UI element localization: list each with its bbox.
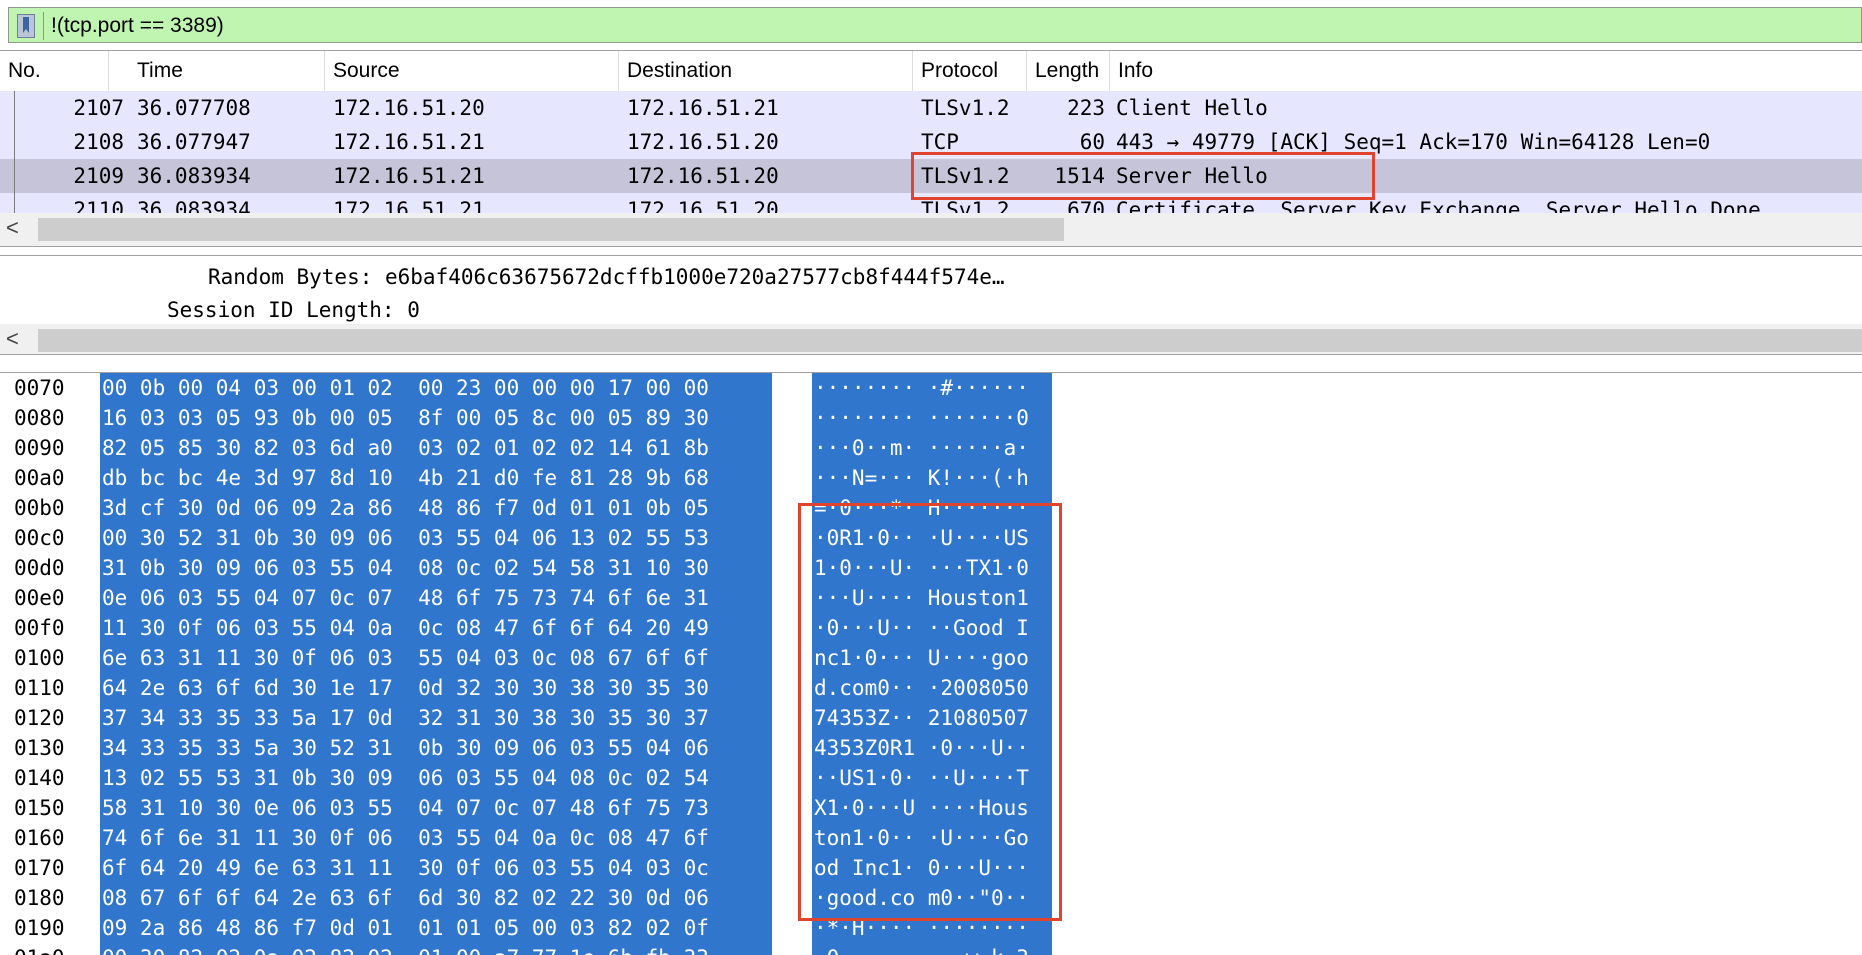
column-header-destination[interactable]: Destination (619, 51, 913, 91)
hex-bytes[interactable]: 00 30 82 02 0a 02 82 02 01 00 a7 77 1e 6… (100, 943, 772, 955)
ascii-bytes[interactable]: ········ ·······0 (812, 403, 1052, 433)
packet-source: 172.16.51.20 (333, 96, 485, 120)
byte-offset: 01a0 (14, 943, 65, 955)
column-header-info[interactable]: Info (1110, 51, 1862, 91)
byte-offset: 00f0 (14, 616, 65, 640)
byte-offset: 0190 (14, 916, 65, 940)
packet-destination: 172.16.51.20 (627, 130, 779, 154)
packet-source: 172.16.51.21 (333, 164, 485, 188)
filter-bookmark-icon[interactable] (17, 14, 35, 38)
hex-bytes[interactable]: 3d cf 30 0d 06 09 2a 86 48 86 f7 0d 01 0… (100, 493, 772, 523)
byte-offset: 0100 (14, 646, 65, 670)
packet-no: 2108 (73, 130, 124, 154)
packet-protocol: TLSv1.2 (921, 96, 1010, 120)
display-filter-bar: !(tcp.port == 3389) (0, 0, 1862, 50)
scroll-left-arrow-icon[interactable]: < (6, 215, 19, 241)
packet-list-hscrollbar[interactable]: < (0, 213, 1862, 246)
display-filter-input[interactable]: !(tcp.port == 3389) (8, 7, 1862, 43)
detail-session-id-length[interactable]: Session ID Length: 0 (167, 295, 420, 325)
hex-bytes[interactable]: 37 34 33 35 33 5a 17 0d 32 31 30 38 30 3… (100, 703, 772, 733)
ascii-bytes[interactable]: ·0······ ···w·k·3 (812, 943, 1052, 955)
scroll-left-arrow-icon[interactable]: < (6, 326, 19, 352)
column-header-length[interactable]: Length (1027, 51, 1110, 91)
packet-destination: 172.16.51.20 (627, 164, 779, 188)
hex-bytes[interactable]: 09 2a 86 48 86 f7 0d 01 01 01 05 00 03 8… (100, 913, 772, 943)
hex-bytes[interactable]: 6f 64 20 49 6e 63 31 11 30 0f 06 03 55 0… (100, 853, 772, 883)
details-hscrollbar[interactable]: < (0, 324, 1862, 354)
byte-offset: 0160 (14, 826, 65, 850)
byte-offset: 00c0 (14, 526, 65, 550)
packet-time: 36.083934 (137, 164, 251, 188)
hex-bytes[interactable]: 00 0b 00 04 03 00 01 02 00 23 00 00 00 1… (100, 373, 772, 403)
packet-no: 2109 (73, 164, 124, 188)
ascii-bytes[interactable]: ···0··m· ······a· (812, 433, 1052, 463)
hex-bytes[interactable]: 11 30 0f 06 03 55 04 0a 0c 08 47 6f 6f 6… (100, 613, 772, 643)
detail-random-bytes[interactable]: Random Bytes: e6baf406c63675672dcffb1000… (208, 262, 1005, 292)
packet-length: 223 (1067, 96, 1105, 120)
hex-bytes[interactable]: 13 02 55 53 31 0b 30 09 06 03 55 04 08 0… (100, 763, 772, 793)
ascii-bytes[interactable]: ···N=··· K!···(·h (812, 463, 1052, 493)
column-header-source[interactable]: Source (325, 51, 619, 91)
certificate-ascii-annotation-box (798, 503, 1062, 921)
column-header-time[interactable]: Time (129, 51, 325, 91)
server-hello-annotation-box (911, 152, 1375, 200)
hex-bytes[interactable]: 58 31 10 30 0e 06 03 55 04 07 0c 07 48 6… (100, 793, 772, 823)
byte-offset: 0120 (14, 706, 65, 730)
hex-bytes[interactable]: 16 03 03 05 93 0b 00 05 8f 00 05 8c 00 0… (100, 403, 772, 433)
packet-destination: 172.16.51.21 (627, 96, 779, 120)
hex-bytes[interactable]: 34 33 35 33 5a 30 52 31 0b 30 09 06 03 5… (100, 733, 772, 763)
byte-offset: 0130 (14, 736, 65, 760)
byte-offset: 00d0 (14, 556, 65, 580)
ascii-bytes[interactable]: ········ ·#······ (812, 373, 1052, 403)
hex-bytes[interactable]: 08 67 6f 6f 64 2e 63 6f 6d 30 82 02 22 3… (100, 883, 772, 913)
byte-offset: 00b0 (14, 496, 65, 520)
byte-offset: 0090 (14, 436, 65, 460)
packet-time: 36.077947 (137, 130, 251, 154)
hex-bytes[interactable]: 64 2e 63 6f 6d 30 1e 17 0d 32 30 30 38 3… (100, 673, 772, 703)
hex-bytes[interactable]: 00 30 52 31 0b 30 09 06 03 55 04 06 13 0… (100, 523, 772, 553)
packet-info: Client Hello (1116, 96, 1268, 120)
packet-list-pane: No. Time Source Destination Protocol Len… (0, 50, 1862, 247)
packet-source: 172.16.51.21 (333, 130, 485, 154)
packet-no: 2107 (73, 96, 124, 120)
column-header-protocol[interactable]: Protocol (913, 51, 1027, 91)
byte-offset: 0140 (14, 766, 65, 790)
byte-offset: 00e0 (14, 586, 65, 610)
scrollbar-thumb[interactable] (38, 218, 1064, 241)
byte-offset: 0150 (14, 796, 65, 820)
hex-bytes[interactable]: 82 05 85 30 82 03 6d a0 03 02 01 02 02 1… (100, 433, 772, 463)
byte-offset: 0110 (14, 676, 65, 700)
byte-offset: 0180 (14, 886, 65, 910)
column-header-no[interactable]: No. (0, 51, 109, 91)
byte-offset: 0170 (14, 856, 65, 880)
hex-bytes[interactable]: 0e 06 03 55 04 07 0c 07 48 6f 75 73 74 6… (100, 583, 772, 613)
hex-bytes[interactable]: 74 6f 6e 31 11 30 0f 06 03 55 04 0a 0c 0… (100, 823, 772, 853)
filter-expression[interactable]: !(tcp.port == 3389) (51, 13, 224, 39)
hex-bytes[interactable]: db bc bc 4e 3d 97 8d 10 4b 21 d0 fe 81 2… (100, 463, 772, 493)
packet-details-pane: Random Bytes: e6baf406c63675672dcffb1000… (0, 255, 1862, 355)
hex-bytes[interactable]: 31 0b 30 09 06 03 55 04 08 0c 02 54 58 3… (100, 553, 772, 583)
hex-bytes[interactable]: 6e 63 31 11 30 0f 06 03 55 04 03 0c 08 6… (100, 643, 772, 673)
packet-time: 36.077708 (137, 96, 251, 120)
byte-offset: 0080 (14, 406, 65, 430)
packet-row[interactable]: 2107 36.077708 172.16.51.20 172.16.51.21… (0, 91, 1862, 125)
byte-offset: 0070 (14, 376, 65, 400)
packet-list-header: No. Time Source Destination Protocol Len… (0, 51, 1862, 91)
filter-separator (43, 12, 44, 40)
scrollbar-thumb[interactable] (38, 329, 1862, 352)
byte-offset: 00a0 (14, 466, 65, 490)
